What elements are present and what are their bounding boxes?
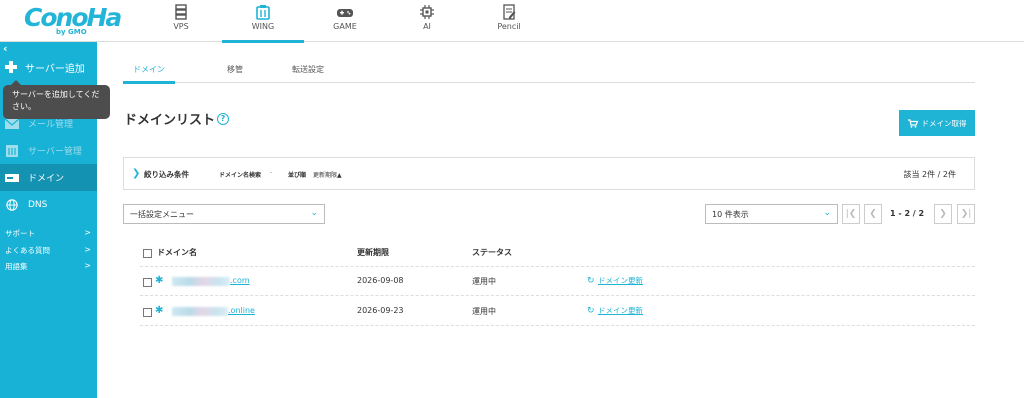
column-header-name: ドメイン名	[157, 248, 197, 257]
nav-pencil-label: Pencil	[497, 22, 521, 31]
pencil-icon	[503, 4, 516, 20]
globe-icon	[6, 198, 18, 211]
chevron-right-icon: >	[84, 245, 91, 254]
sidebar-link-support[interactable]: サポート >	[5, 228, 91, 239]
nav-wing[interactable]: WING	[222, 0, 304, 43]
nav-wing-label: WING	[251, 22, 275, 31]
gamepad-icon	[337, 9, 353, 17]
nav-vps-label: VPS	[173, 22, 189, 31]
chevron-right-icon[interactable]: ❯	[132, 168, 140, 179]
filter-sort-value: 更新期限▲	[313, 172, 342, 179]
product-nav: VPS WING GAME AI Pencil	[140, 0, 550, 43]
sidebar-link-glossary[interactable]: 用語集 >	[5, 261, 91, 272]
result-count: 該当 2件 / 2件	[903, 170, 956, 179]
tab-transfer[interactable]: 移管	[215, 56, 255, 83]
filter-sort-label: 並び順	[288, 172, 307, 179]
chevron-right-icon: >	[84, 228, 91, 237]
chevron-right-icon: >	[84, 261, 91, 270]
status-text: 運用中	[472, 277, 496, 286]
plus-icon	[5, 61, 17, 73]
redacted-domain	[172, 307, 228, 316]
ai-icon	[420, 5, 434, 19]
status-text: 運用中	[472, 307, 496, 316]
get-domain-button[interactable]: ドメイン取得	[899, 110, 975, 136]
bulk-settings-select[interactable]: 一括設定メニュー ⌄	[123, 204, 325, 224]
row-divider	[140, 295, 975, 296]
nav-ai[interactable]: AI	[386, 0, 468, 42]
tab-domain[interactable]: ドメイン	[123, 56, 175, 84]
row-checkbox[interactable]	[143, 308, 152, 317]
sidebar-item-server[interactable]: サーバー管理	[0, 137, 97, 164]
add-server-label: サーバー追加	[25, 63, 85, 75]
refresh-icon: ↻	[587, 276, 595, 286]
refresh-icon: ↻	[587, 306, 595, 316]
per-page-value: 10 件表示	[712, 210, 749, 219]
add-server-tooltip: サーバーを追加してください。	[3, 80, 110, 119]
server-icon	[175, 4, 187, 20]
domain-tabs: ドメイン 移管 転送設定	[123, 56, 975, 84]
get-domain-label: ドメイン取得	[921, 118, 967, 128]
conoha-logo[interactable]: ConoHa by GMO	[24, 3, 122, 37]
server-icon	[6, 144, 18, 157]
gear-icon[interactable]: ✱	[155, 305, 163, 316]
per-page-select[interactable]: 10 件表示 ⌄	[705, 204, 838, 224]
row-checkbox[interactable]	[143, 278, 152, 287]
gear-icon[interactable]: ✱	[155, 275, 163, 286]
row-divider	[140, 266, 975, 267]
chevron-down-icon: ⌄	[310, 208, 318, 218]
filter-search-value: -	[270, 169, 273, 176]
sidebar-item-dns[interactable]: DNS	[0, 191, 97, 218]
domain-link[interactable]: .com	[230, 276, 250, 285]
top-bar: ConoHa by GMO VPS WING GAME AI Pencil	[0, 0, 1024, 43]
select-all-checkbox[interactable]	[143, 249, 152, 258]
add-server-button[interactable]: サーバー追加	[0, 54, 97, 80]
nav-vps[interactable]: VPS	[140, 0, 222, 42]
tab-forwarding[interactable]: 転送設定	[283, 56, 333, 83]
sidebar-link-label: サポート	[5, 229, 35, 238]
redacted-domain	[172, 277, 230, 286]
sidebar-link-label: よくある質問	[5, 246, 50, 255]
column-header-status: ステータス	[472, 248, 512, 257]
first-page-button[interactable]: |❮	[842, 204, 860, 224]
sidebar-item-label: サーバー管理	[28, 147, 82, 157]
domain-link[interactable]: .online	[228, 306, 255, 315]
sidebar-link-label: 用語集	[5, 262, 28, 271]
nav-game[interactable]: GAME	[304, 0, 386, 42]
row-divider	[140, 325, 975, 326]
cart-icon	[907, 118, 918, 128]
sidebar-item-label: DNS	[28, 199, 48, 210]
sidebar-item-domain[interactable]: ドメイン	[0, 164, 97, 191]
prev-page-button[interactable]: ❮	[864, 204, 882, 224]
renew-domain-link[interactable]: ドメイン更新	[598, 305, 643, 316]
bulk-settings-value: 一括設定メニュー	[130, 210, 194, 219]
column-header-expiry: 更新期限	[357, 248, 389, 257]
sidebar-link-faq[interactable]: よくある質問 >	[5, 245, 91, 256]
filter-panel: ❯ 絞り込み条件 ドメイン名検索 - 並び順 更新期限▲ 該当 2件 / 2件	[123, 157, 975, 190]
sidebar-item-label: ドメイン	[28, 174, 65, 184]
expiry-date: 2026-09-23	[357, 306, 404, 315]
wing-icon	[256, 5, 270, 20]
chevron-down-icon: ⌄	[823, 208, 831, 218]
nav-ai-label: AI	[423, 22, 431, 31]
help-icon[interactable]: ?	[217, 113, 229, 125]
mail-icon	[5, 118, 19, 129]
page-title: ドメインリスト	[124, 113, 216, 128]
logo-sub: by GMO	[56, 28, 87, 36]
domain-icon	[5, 173, 19, 182]
nav-game-label: GAME	[333, 22, 357, 31]
expiry-date: 2026-09-08	[357, 276, 404, 285]
filter-title[interactable]: 絞り込み条件	[144, 169, 189, 180]
renew-domain-link[interactable]: ドメイン更新	[598, 275, 643, 286]
last-page-button[interactable]: ❯|	[957, 204, 975, 224]
nav-pencil[interactable]: Pencil	[468, 0, 550, 42]
filter-search-label: ドメイン名検索	[219, 172, 262, 179]
page-info: 1 - 2 / 2	[890, 209, 925, 218]
next-page-button[interactable]: ❯	[934, 204, 952, 224]
